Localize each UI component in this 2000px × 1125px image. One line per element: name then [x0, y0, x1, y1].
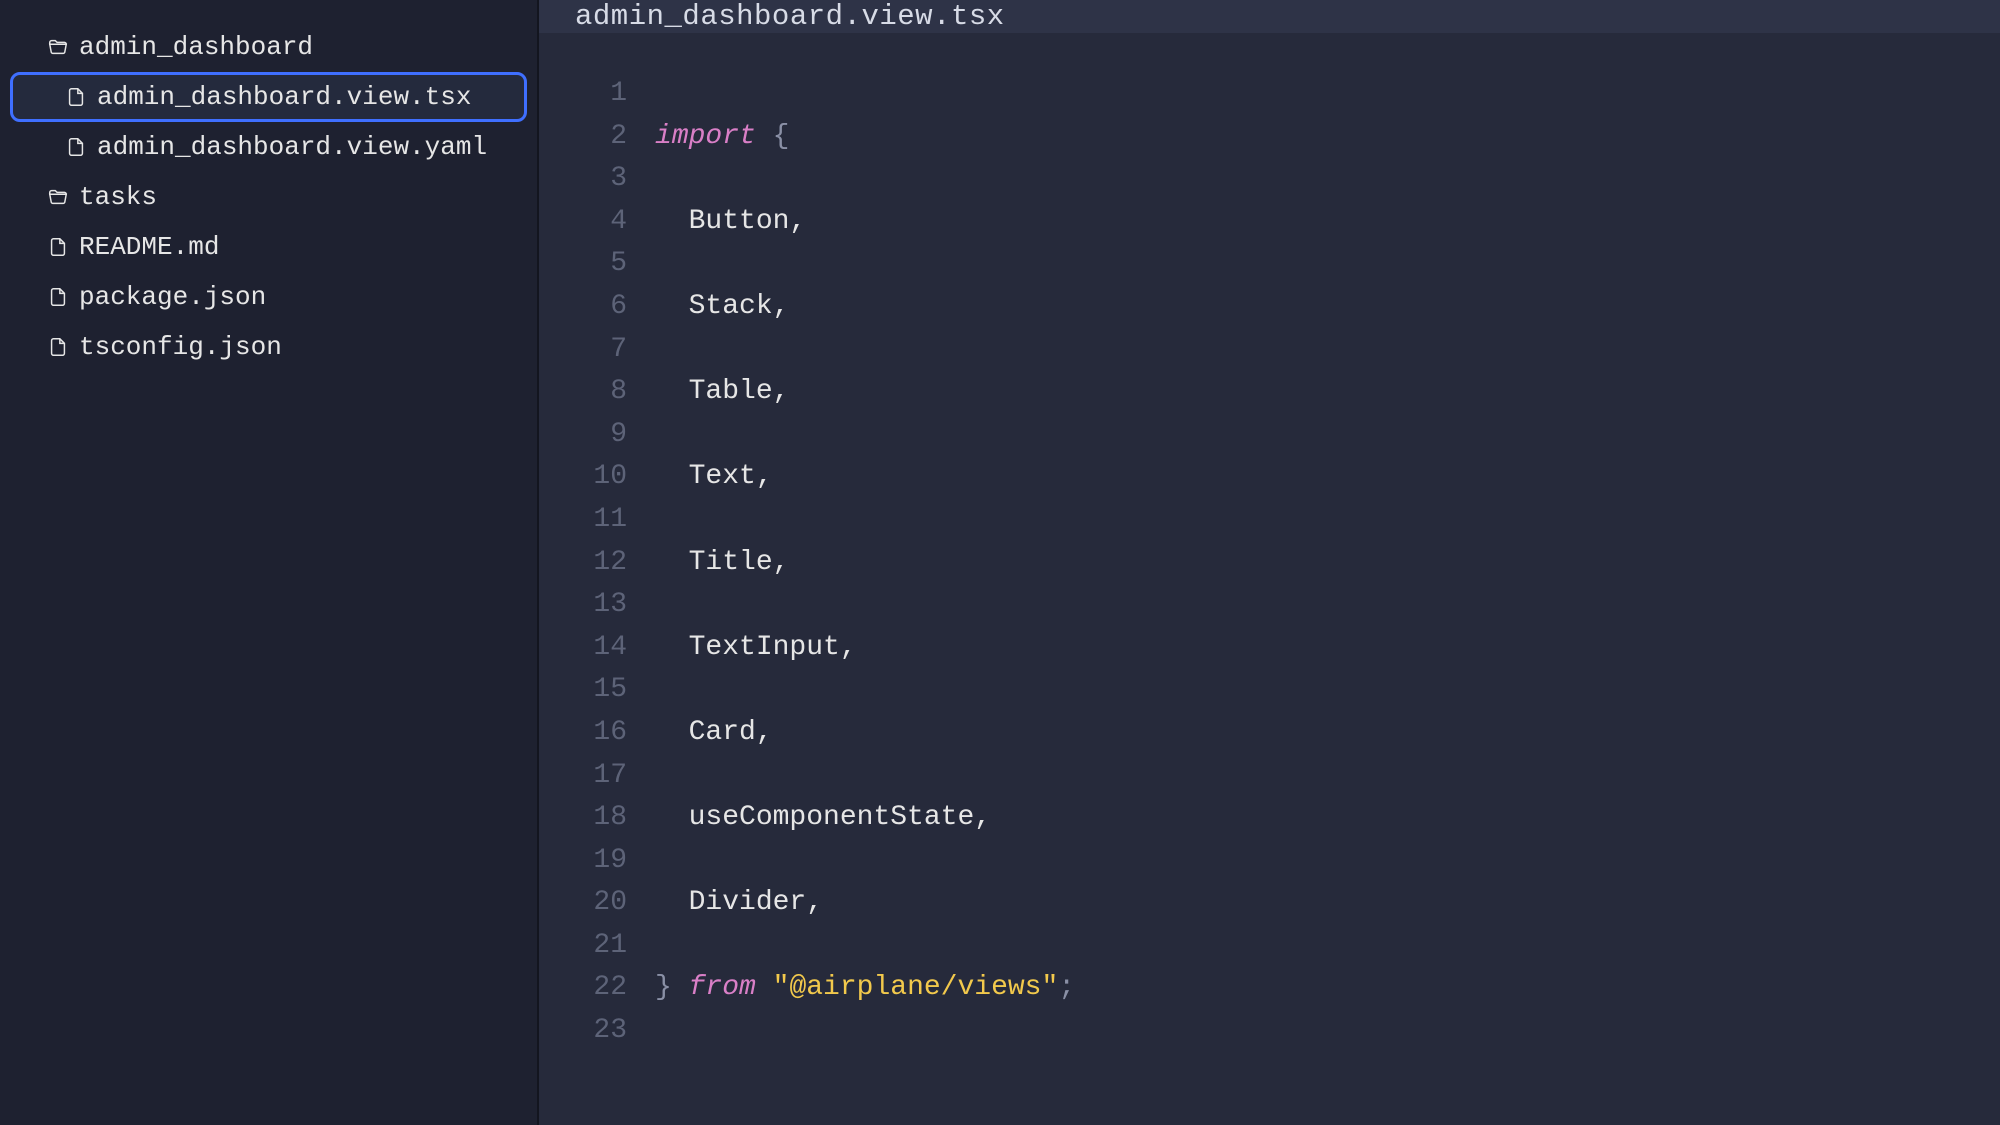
- line-number: 1: [539, 73, 627, 116]
- code-line: useComponentState,: [655, 797, 2000, 840]
- tree-item-file-tsconfig-json[interactable]: tsconfig.json: [10, 322, 527, 372]
- code-line: import {: [655, 116, 2000, 159]
- line-number: 11: [539, 499, 627, 542]
- tree-item-file-package-json[interactable]: package.json: [10, 272, 527, 322]
- folder-open-icon: [47, 36, 69, 58]
- line-number: 14: [539, 627, 627, 670]
- code-line: Text,: [655, 456, 2000, 499]
- tree-item-file-admin-dashboard-view-tsx[interactable]: admin_dashboard.view.tsx: [10, 72, 527, 122]
- line-number: 8: [539, 371, 627, 414]
- folder-open-icon: [47, 186, 69, 208]
- file-explorer-sidebar: admin_dashboard admin_dashboard.view.tsx…: [0, 0, 539, 1125]
- tree-item-file-admin-dashboard-view-yaml[interactable]: admin_dashboard.view.yaml: [10, 122, 527, 172]
- code-line: Divider,: [655, 882, 2000, 925]
- code-line: Table,: [655, 371, 2000, 414]
- tree-item-label: admin_dashboard.view.yaml: [97, 132, 487, 162]
- line-number: 2: [539, 116, 627, 159]
- tree-item-label: admin_dashboard: [79, 32, 313, 62]
- code-line: [655, 1053, 2000, 1096]
- line-number: 21: [539, 925, 627, 968]
- line-number: 6: [539, 286, 627, 329]
- line-number: 12: [539, 542, 627, 585]
- line-number: 18: [539, 797, 627, 840]
- active-tab-title[interactable]: admin_dashboard.view.tsx: [575, 0, 1005, 33]
- tree-item-label: admin_dashboard.view.tsx: [97, 82, 471, 112]
- line-number: 20: [539, 882, 627, 925]
- tree-item-folder-tasks[interactable]: tasks: [10, 172, 527, 222]
- line-number: 16: [539, 712, 627, 755]
- code-line: Button,: [655, 201, 2000, 244]
- line-number: 9: [539, 414, 627, 457]
- code-line: Card,: [655, 712, 2000, 755]
- code-line: } from "@airplane/views";: [655, 967, 2000, 1010]
- code-content[interactable]: import { Button, Stack, Table, Text, Tit…: [655, 73, 2000, 1125]
- file-icon: [47, 236, 69, 258]
- app-root: admin_dashboard admin_dashboard.view.tsx…: [0, 0, 2000, 1125]
- line-number: 4: [539, 201, 627, 244]
- line-number-gutter: 1 2 3 4 5 6 7 8 9 10 11 12 13 14 15 16 1…: [539, 73, 655, 1125]
- line-number: 19: [539, 840, 627, 883]
- tree-item-label: tsconfig.json: [79, 332, 282, 362]
- code-line: Title,: [655, 542, 2000, 585]
- line-number: 10: [539, 456, 627, 499]
- line-number: 17: [539, 755, 627, 798]
- tree-item-folder-admin-dashboard[interactable]: admin_dashboard: [10, 22, 527, 72]
- file-icon: [65, 136, 87, 158]
- file-icon: [47, 286, 69, 308]
- file-icon: [47, 336, 69, 358]
- tree-item-label: tasks: [79, 182, 157, 212]
- line-number: 3: [539, 158, 627, 201]
- tree-item-label: package.json: [79, 282, 266, 312]
- line-number: 15: [539, 669, 627, 712]
- editor-tabbar: admin_dashboard.view.tsx: [539, 0, 2000, 33]
- code-line: TextInput,: [655, 627, 2000, 670]
- code-line: Stack,: [655, 286, 2000, 329]
- editor-main: admin_dashboard.view.tsx 1 2 3 4 5 6 7 8…: [539, 0, 2000, 1125]
- file-icon: [65, 86, 87, 108]
- line-number: 7: [539, 329, 627, 372]
- code-editor[interactable]: 1 2 3 4 5 6 7 8 9 10 11 12 13 14 15 16 1…: [539, 33, 2000, 1125]
- line-number: 23: [539, 1010, 627, 1053]
- line-number: 13: [539, 584, 627, 627]
- tree-item-label: README.md: [79, 232, 219, 262]
- tree-item-file-readme[interactable]: README.md: [10, 222, 527, 272]
- line-number: 22: [539, 967, 627, 1010]
- line-number: 5: [539, 243, 627, 286]
